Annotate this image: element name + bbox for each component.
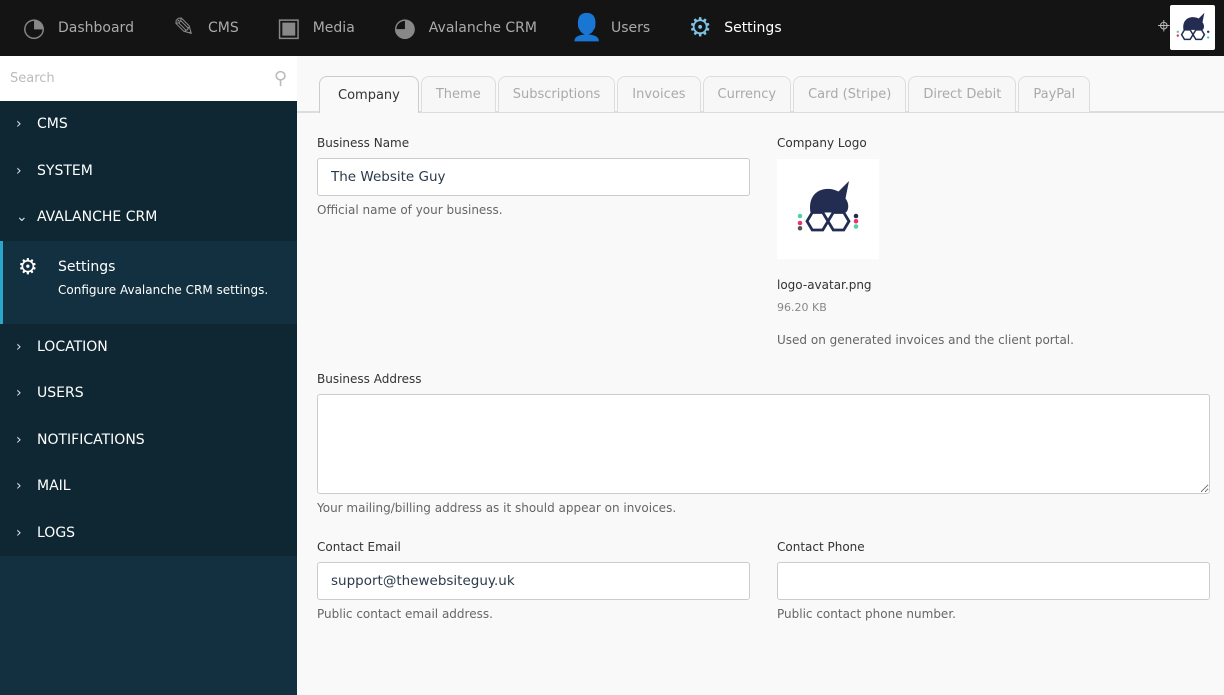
sidebar-item-system[interactable]: › SYSTEM (0, 148, 297, 195)
crosshair-icon[interactable]: ⌖ (1158, 14, 1170, 39)
business-name-label: Business Name (317, 136, 410, 150)
nav-avalanche-crm[interactable]: ◕ Avalanche CRM (371, 0, 553, 56)
tab-paypal[interactable]: PayPal (1018, 76, 1091, 112)
company-logo-label: Company Logo (777, 136, 867, 150)
gear-icon: ⚙ (18, 254, 38, 280)
tab-currency[interactable]: Currency (702, 76, 792, 112)
chevron-right-icon: › (16, 385, 22, 402)
chevron-right-icon: › (16, 162, 22, 179)
sidebar-search: ⚲ (0, 56, 297, 101)
tab-invoices[interactable]: Invoices (617, 76, 701, 112)
business-address-help: Your mailing/billing address as it shoul… (317, 501, 677, 515)
nav-media[interactable]: ▣ Media (255, 0, 371, 56)
sidebar-item-avalanche-crm[interactable]: ⌄ AVALANCHE CRM (0, 194, 297, 241)
nav-users[interactable]: 👤 Users (553, 0, 666, 56)
chevron-right-icon: › (16, 524, 22, 541)
nav-cms[interactable]: ✎ CMS (150, 0, 255, 56)
tab-company[interactable]: Company (319, 76, 419, 113)
contact-phone-label: Contact Phone (777, 540, 865, 554)
sidebar-item-logs[interactable]: › LOGS (0, 510, 297, 557)
contact-phone-help: Public contact phone number. (777, 607, 956, 621)
main-content: Company Theme Subscriptions Invoices Cur… (297, 56, 1224, 695)
cms-icon: ✎ (173, 13, 195, 43)
logo-filesize: 96.20 KB (777, 301, 827, 314)
crm-icon: ◕ (393, 13, 417, 43)
logo-avatar-icon (797, 181, 859, 232)
logo-avatar-icon (1176, 12, 1209, 40)
chevron-right-icon: › (16, 431, 22, 448)
contact-email-input[interactable] (317, 562, 750, 600)
settings-tabs: Company Theme Subscriptions Invoices Cur… (319, 76, 1092, 113)
tab-theme[interactable]: Theme (420, 76, 496, 112)
search-icon[interactable]: ⚲ (274, 68, 287, 89)
top-navbar: ◔ Dashboard ✎ CMS ▣ Media ◕ Avalanche CRM 👤 U… (0, 0, 1224, 56)
chevron-right-icon: › (16, 338, 22, 355)
logo-help: Used on generated invoices and the clien… (777, 333, 1074, 347)
contact-phone-input[interactable] (777, 562, 1210, 600)
chevron-right-icon: › (16, 116, 22, 133)
chevron-down-icon: ⌄ (16, 209, 28, 226)
sidebar-subitem-settings[interactable]: ⚙ Settings Configure Avalanche CRM settin… (0, 240, 297, 324)
tab-card-stripe[interactable]: Card (Stripe) (793, 76, 907, 112)
sidebar-item-notifications[interactable]: › NOTIFICATIONS (0, 417, 297, 464)
dashboard-icon: ◔ (22, 13, 46, 43)
nav-dashboard[interactable]: ◔ Dashboard (0, 0, 150, 56)
tab-direct-debit[interactable]: Direct Debit (908, 76, 1017, 112)
company-logo-image[interactable] (777, 159, 879, 259)
business-address-textarea[interactable] (317, 394, 1210, 494)
user-avatar[interactable] (1170, 5, 1215, 50)
business-address-label: Business Address (317, 372, 422, 386)
chevron-right-icon: › (16, 478, 22, 495)
search-input[interactable] (10, 71, 250, 86)
users-icon: 👤 (570, 13, 604, 43)
business-name-help: Official name of your business. (317, 203, 503, 217)
sidebar-item-cms[interactable]: › CMS (0, 101, 297, 148)
sidebar-item-mail[interactable]: › MAIL (0, 463, 297, 510)
sidebar-item-users[interactable]: › USERS (0, 370, 297, 417)
sidebar: ⚲ ›CMS ›SYSTEM ⌄AVALANCHE CRM ⚙ Settings… (0, 56, 297, 695)
settings-icon: ⚙ (688, 13, 712, 43)
contact-email-help: Public contact email address. (317, 607, 493, 621)
contact-email-label: Contact Email (317, 540, 401, 554)
business-name-input[interactable] (317, 158, 750, 196)
tab-subscriptions[interactable]: Subscriptions (497, 76, 616, 112)
logo-filename: logo-avatar.png (777, 278, 872, 292)
media-icon: ▣ (276, 13, 301, 43)
nav-settings[interactable]: ⚙ Settings (666, 0, 797, 56)
sidebar-item-location[interactable]: › LOCATION (0, 324, 297, 371)
